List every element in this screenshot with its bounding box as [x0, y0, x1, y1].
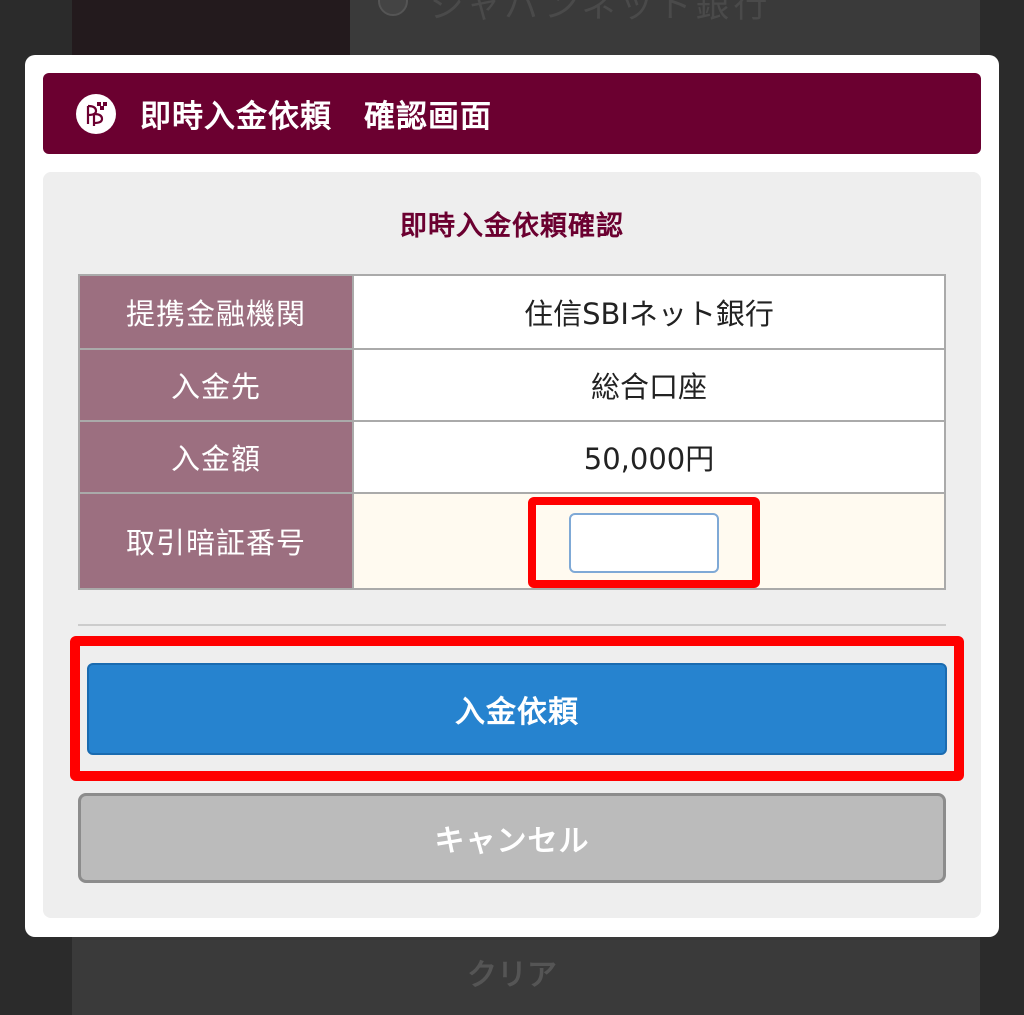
divider — [78, 624, 946, 626]
confirm-dialog: 即時入金依頼 確認画面 即時入金依頼確認 提携金融機関 住信SBIネット銀行 入… — [25, 55, 999, 937]
row-label-destination: 入金先 — [78, 348, 354, 422]
dialog-body: 即時入金依頼確認 提携金融機関 住信SBIネット銀行 入金先 総合口座 入金額 … — [43, 172, 981, 918]
dialog-title: 即時入金依頼 確認画面 — [140, 99, 492, 135]
table-row: 入金額 50,000円 — [78, 420, 946, 494]
row-label-amount: 入金額 — [78, 420, 354, 494]
row-value-destination: 総合口座 — [352, 348, 946, 422]
background-panel — [72, 0, 350, 60]
dialog-header: 即時入金依頼 確認画面 — [43, 73, 981, 154]
cancel-button[interactable]: キャンセル — [78, 793, 946, 883]
row-value-amount: 50,000円 — [352, 420, 946, 494]
brand-logo-icon — [76, 93, 116, 134]
row-label-pin: 取引暗証番号 — [78, 492, 354, 590]
deposit-request-button[interactable]: 入金依頼 — [87, 663, 947, 755]
row-value-institution: 住信SBIネット銀行 — [352, 274, 946, 350]
confirm-table: 提携金融機関 住信SBIネット銀行 入金先 総合口座 入金額 50,000円 取… — [78, 274, 946, 590]
table-row: 入金先 総合口座 — [78, 348, 946, 422]
background-bank-option-label: ジャパンネット銀行 — [430, 0, 772, 26]
background-clear-button[interactable]: クリア — [0, 950, 1024, 994]
table-row: 提携金融機関 住信SBIネット銀行 — [78, 274, 946, 350]
pin-highlight-frame — [528, 497, 760, 588]
table-row: 取引暗証番号 — [78, 492, 946, 590]
row-value-pin — [352, 492, 946, 590]
confirm-subtitle: 即時入金依頼確認 — [400, 211, 624, 242]
row-label-institution: 提携金融機関 — [78, 274, 354, 350]
pin-input[interactable] — [569, 512, 719, 573]
